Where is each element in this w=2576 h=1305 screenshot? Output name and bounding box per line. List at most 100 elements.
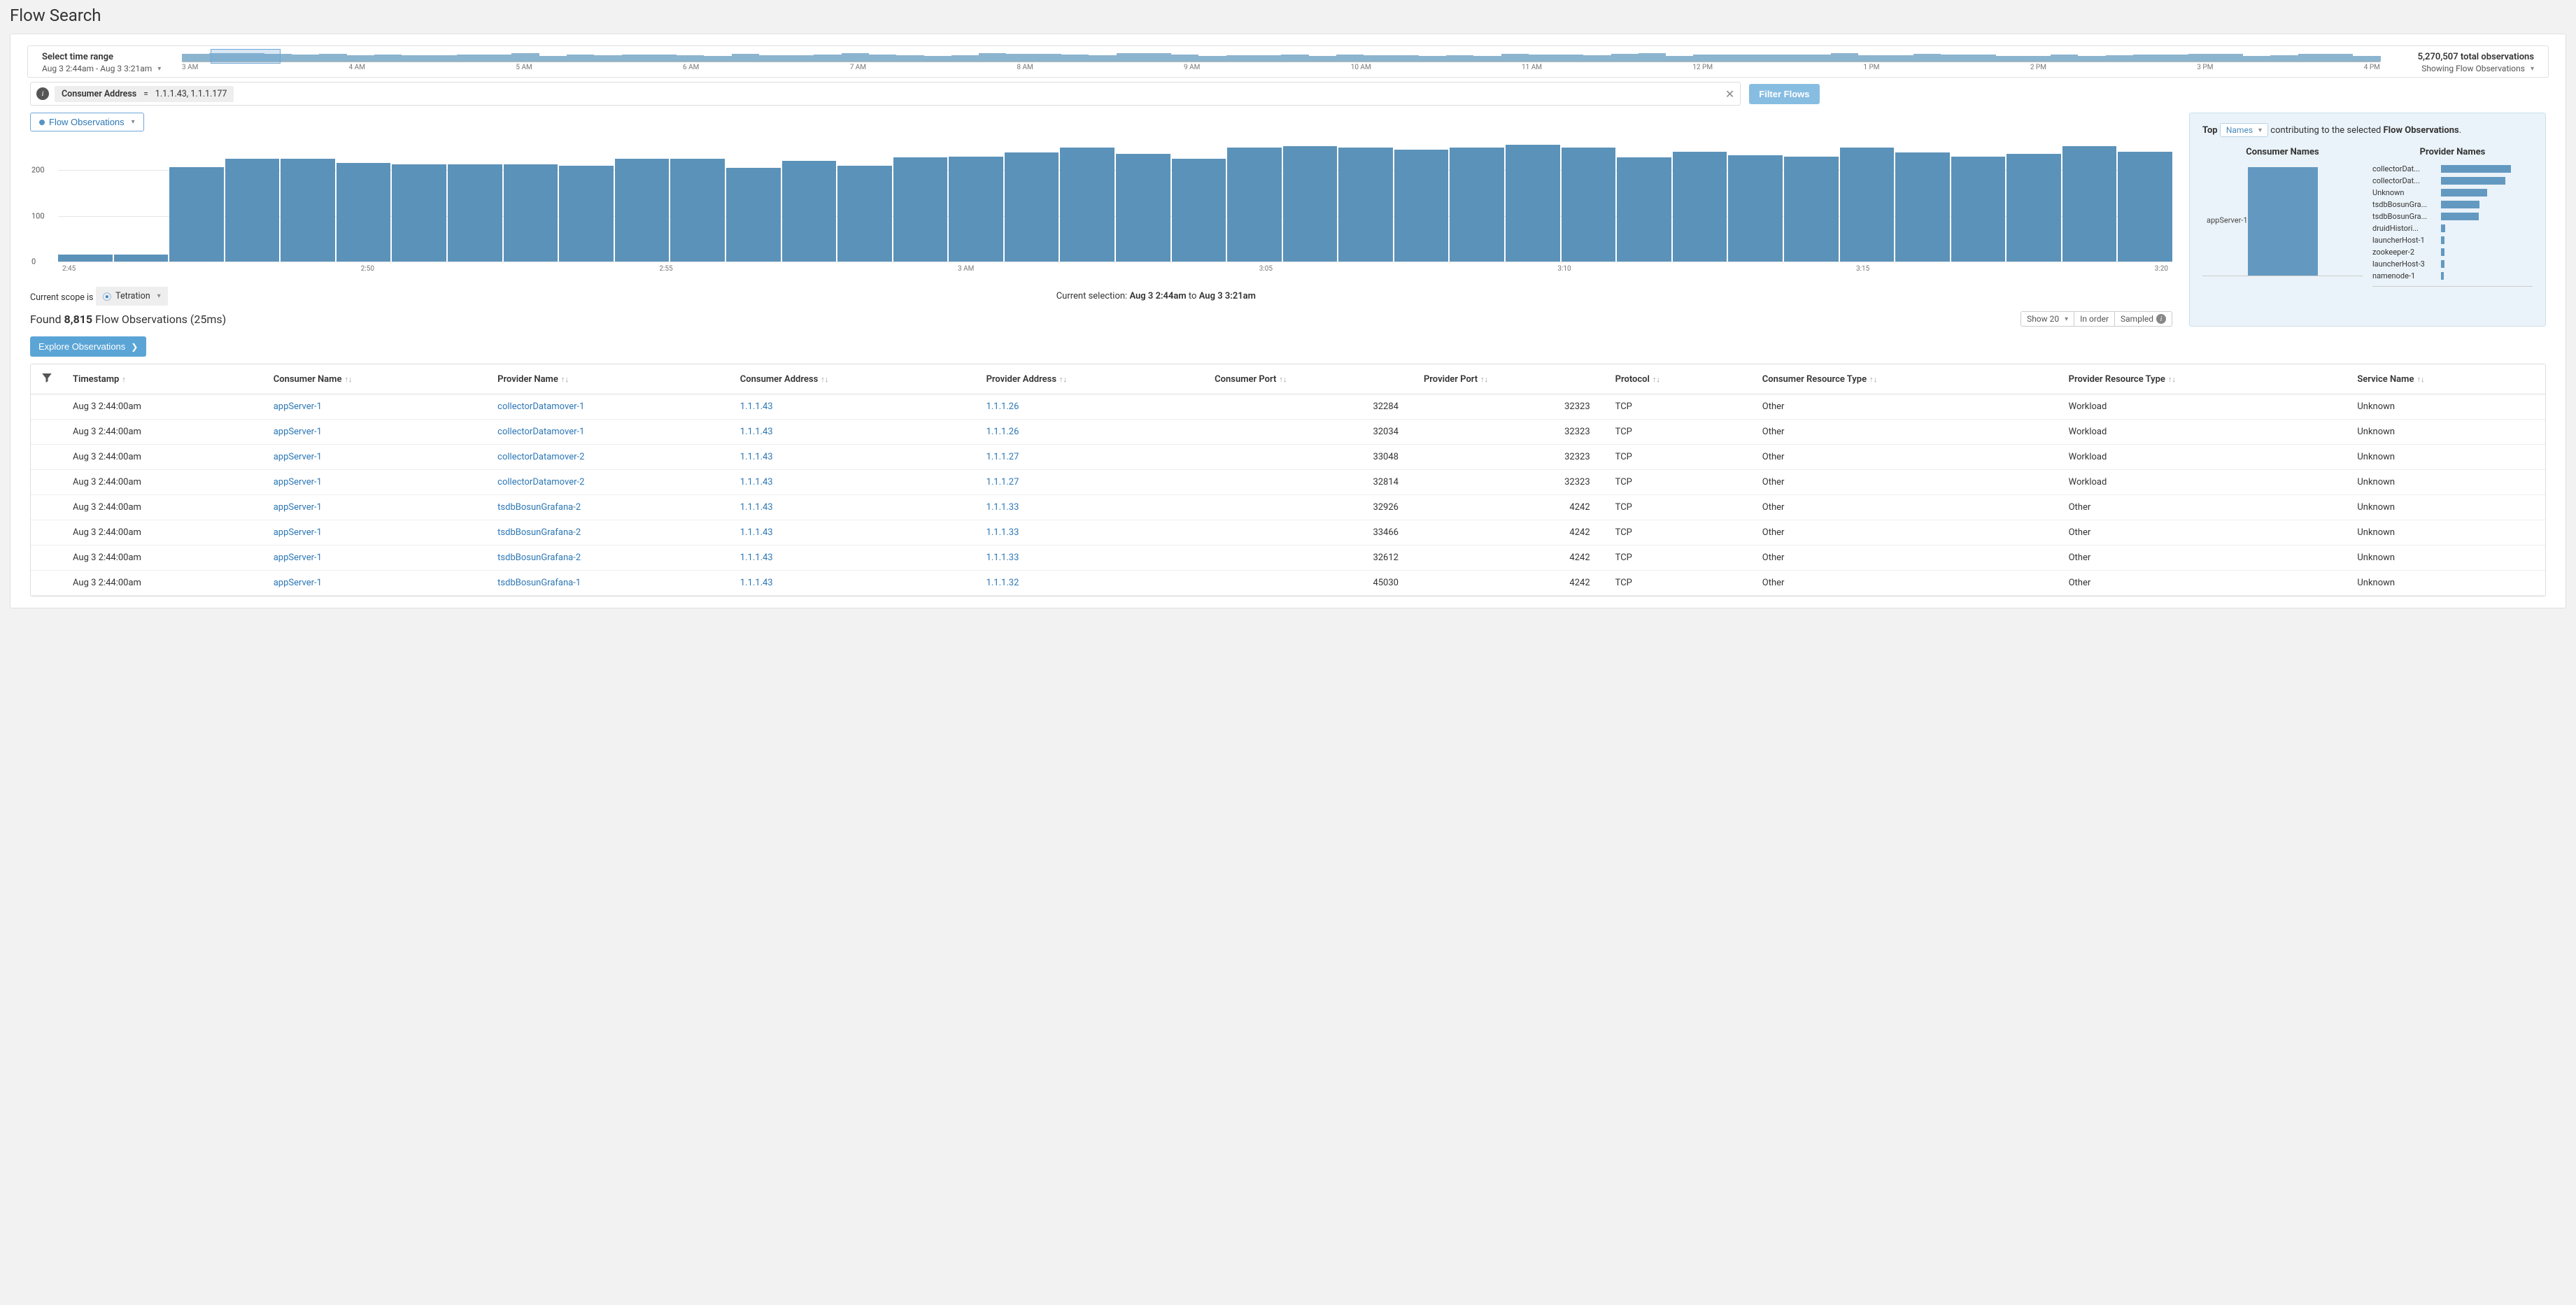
filter-chip[interactable]: Consumer Address = 1.1.1.43, 1.1.1.177 (55, 86, 234, 102)
show-count-dropdown[interactable]: Show 20 (2021, 311, 2074, 327)
cell-pn[interactable]: collectorDatamover-1 (488, 394, 730, 420)
cell-pa[interactable]: 1.1.1.26 (977, 394, 1205, 420)
flow-bar[interactable] (337, 163, 391, 262)
flow-bar[interactable] (1338, 148, 1393, 262)
flow-bar[interactable] (1283, 146, 1338, 262)
cell-cn[interactable]: appServer-1 (264, 571, 488, 596)
consumer-names-chart[interactable]: appServer-1 (2202, 164, 2363, 276)
provider-bar[interactable] (2441, 165, 2511, 173)
cell-pn[interactable]: collectorDatamover-2 (488, 445, 730, 470)
provider-bar[interactable] (2441, 224, 2445, 232)
row-expand-cell[interactable] (31, 420, 63, 445)
col-consumer-port[interactable]: Consumer Port↑↓ (1205, 364, 1414, 394)
flow-bar[interactable] (1784, 157, 1839, 262)
info-icon[interactable]: i (36, 87, 49, 100)
row-expand-cell[interactable] (31, 445, 63, 470)
flow-bar[interactable] (670, 159, 725, 262)
flow-bar[interactable] (1450, 148, 1504, 262)
flow-bar[interactable] (559, 166, 614, 262)
flow-bar[interactable] (448, 164, 502, 262)
cell-cn[interactable]: appServer-1 (264, 520, 488, 545)
overview-chart[interactable]: 3 AM4 AM5 AM6 AM7 AM8 AM9 AM10 AM11 AM12… (182, 52, 2380, 73)
cell-ca[interactable]: 1.1.1.43 (730, 571, 977, 596)
cell-pa[interactable]: 1.1.1.33 (977, 495, 1205, 520)
cell-cn[interactable]: appServer-1 (264, 420, 488, 445)
flow-bar[interactable] (504, 164, 558, 262)
cell-pa[interactable]: 1.1.1.26 (977, 420, 1205, 445)
scope-dropdown[interactable]: ⦿ Tetration (96, 287, 168, 306)
cell-pa[interactable]: 1.1.1.33 (977, 545, 1205, 571)
flow-bar[interactable] (1951, 157, 2006, 262)
flow-chart[interactable]: 0100200 2:452:502:553 AM3:053:103:153:20 (58, 143, 2172, 262)
flow-bar[interactable] (58, 255, 113, 262)
cell-ca[interactable]: 1.1.1.43 (730, 470, 977, 495)
flow-bar[interactable] (2118, 152, 2172, 262)
flow-bar[interactable] (1005, 152, 1059, 262)
provider-bar-row[interactable]: tsdbBosunGra... (2372, 212, 2533, 221)
cell-pn[interactable]: tsdbBosunGrafana-2 (488, 545, 730, 571)
clear-filter-icon[interactable]: ✕ (1725, 87, 1734, 101)
table-row[interactable]: Aug 3 2:44:00amappServer-1tsdbBosunGrafa… (31, 520, 2545, 545)
table-row[interactable]: Aug 3 2:44:00amappServer-1collectorDatam… (31, 420, 2545, 445)
flow-bar[interactable] (1394, 150, 1449, 262)
cell-pn[interactable]: tsdbBosunGrafana-2 (488, 520, 730, 545)
flow-bar[interactable] (893, 157, 948, 262)
flow-bar[interactable] (2007, 154, 2061, 262)
col-protocol[interactable]: Protocol↑↓ (1606, 364, 1753, 394)
flow-bar[interactable] (782, 161, 837, 262)
table-row[interactable]: Aug 3 2:44:00amappServer-1collectorDatam… (31, 470, 2545, 495)
provider-names-chart[interactable]: collectorDat... collectorDat... Unknown tsd… (2372, 164, 2533, 287)
names-dropdown[interactable]: Names (2220, 123, 2268, 137)
cell-ca[interactable]: 1.1.1.43 (730, 545, 977, 571)
col-timestamp[interactable]: Timestamp↑ (63, 364, 264, 394)
provider-bar[interactable] (2441, 189, 2487, 197)
showing-dropdown[interactable]: Showing Flow Observations (2421, 64, 2534, 73)
flow-bar[interactable] (1116, 154, 1170, 262)
flow-bar[interactable] (392, 164, 446, 262)
flow-bar[interactable] (114, 255, 169, 262)
flow-bar[interactable] (2062, 146, 2117, 262)
table-row[interactable]: Aug 3 2:44:00amappServer-1tsdbBosunGrafa… (31, 545, 2545, 571)
flow-bar[interactable] (225, 159, 280, 262)
col-provider-name[interactable]: Provider Name↑↓ (488, 364, 730, 394)
table-row[interactable]: Aug 3 2:44:00amappServer-1tsdbBosunGrafa… (31, 495, 2545, 520)
provider-bar-row[interactable]: Unknown (2372, 188, 2533, 197)
provider-bar-row[interactable]: collectorDat... (2372, 176, 2533, 185)
flow-bar[interactable] (726, 168, 781, 262)
flow-bar[interactable] (949, 157, 1003, 262)
flow-bar[interactable] (1562, 148, 1616, 262)
col-provider-resource-type[interactable]: Provider Resource Type↑↓ (2059, 364, 2348, 394)
col-provider-port[interactable]: Provider Port↑↓ (1414, 364, 1606, 394)
cell-pn[interactable]: collectorDatamover-2 (488, 470, 730, 495)
sampled-toggle[interactable]: Sampledi (2115, 311, 2172, 327)
provider-bar-row[interactable]: collectorDat... (2372, 164, 2533, 173)
flow-bar[interactable] (1506, 145, 1560, 262)
filter-flows-button[interactable]: Filter Flows (1749, 84, 1819, 104)
cell-ca[interactable]: 1.1.1.43 (730, 495, 977, 520)
cell-ca[interactable]: 1.1.1.43 (730, 420, 977, 445)
cell-ca[interactable]: 1.1.1.43 (730, 445, 977, 470)
provider-bar[interactable] (2441, 177, 2505, 185)
cell-cn[interactable]: appServer-1 (264, 495, 488, 520)
flow-bar[interactable] (1172, 159, 1226, 262)
flow-bar[interactable] (1673, 152, 1727, 262)
flow-bar[interactable] (1895, 152, 1950, 262)
row-expand-cell[interactable] (31, 571, 63, 596)
col-consumer-address[interactable]: Consumer Address↑↓ (730, 364, 977, 394)
flow-bar[interactable] (615, 159, 670, 262)
flow-bar[interactable] (281, 159, 335, 262)
provider-bar-row[interactable]: tsdbBosunGra... (2372, 200, 2533, 209)
table-row[interactable]: Aug 3 2:44:00amappServer-1collectorDatam… (31, 394, 2545, 420)
flow-bar[interactable] (1227, 148, 1282, 262)
cell-pa[interactable]: 1.1.1.33 (977, 520, 1205, 545)
provider-bar[interactable] (2441, 201, 2479, 208)
flow-observations-dropdown[interactable]: Flow Observations (30, 113, 144, 131)
provider-bar-row[interactable]: launcherHost-3 (2372, 259, 2533, 269)
col-consumer-resource-type[interactable]: Consumer Resource Type↑↓ (1753, 364, 2059, 394)
provider-bar[interactable] (2441, 213, 2479, 220)
flow-bar[interactable] (837, 166, 892, 262)
row-expand-cell[interactable] (31, 495, 63, 520)
flow-bar[interactable] (1060, 148, 1114, 262)
cell-pn[interactable]: tsdbBosunGrafana-2 (488, 495, 730, 520)
provider-bar-row[interactable]: namenode-1 (2372, 271, 2533, 280)
